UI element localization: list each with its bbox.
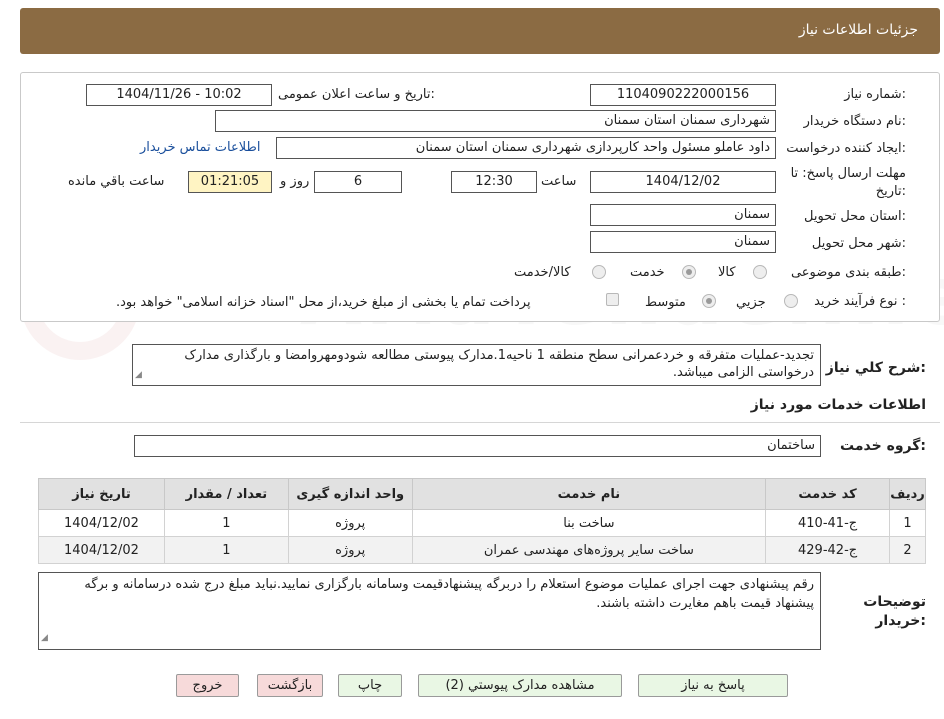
remaining-time-label: ساعت باقي مانده xyxy=(68,174,165,189)
buyer-notes-label-2: خریدار: xyxy=(875,613,926,629)
description-label: شرح کلي نیاز: xyxy=(825,360,926,376)
table-cell: 1 xyxy=(163,509,289,537)
treasury-checkbox[interactable] xyxy=(606,293,619,306)
category-goods-label: کالا xyxy=(718,265,736,280)
category-goods-radio[interactable] xyxy=(753,265,767,279)
reply-button[interactable]: پاسخ به نیاز xyxy=(638,674,788,697)
announce-date-field[interactable]: 1404/11/26 - 10:02 xyxy=(86,84,272,106)
services-table: ردیف کد خدمت نام خدمت واحد اندازه گیری ت… xyxy=(38,478,926,564)
province-field[interactable]: سمنان xyxy=(590,204,776,226)
page-title: جزئیات اطلاعات نیاز xyxy=(798,22,918,38)
table-cell: 2 xyxy=(889,536,926,564)
deadline-date-field[interactable]: 1404/12/02 xyxy=(590,171,776,193)
table-cell: پروژه xyxy=(287,509,413,537)
treasury-note: پرداخت تمام یا بخشی از مبلغ خرید،از محل … xyxy=(116,295,531,310)
buyer-notes-field[interactable]: رقم پیشنهادی جهت اجرای عملیات موضوع استع… xyxy=(38,572,821,650)
table-cell: 1404/12/02 xyxy=(38,509,165,537)
requester-field[interactable]: داود عاملو مسئول واحد کارپردازی شهرداری … xyxy=(276,137,776,159)
service-group-label: گروه خدمت: xyxy=(840,438,926,454)
purchase-type-label: نوع فرآیند خرید : xyxy=(814,294,906,309)
category-service-label: خدمت xyxy=(630,265,665,280)
city-field[interactable]: سمنان xyxy=(590,231,776,253)
announce-date-label: تاریخ و ساعت اعلان عمومی: xyxy=(278,87,435,102)
buyer-notes-label: توضیحات xyxy=(863,594,926,610)
exit-button[interactable]: خروج xyxy=(176,674,239,697)
days-remaining-field[interactable]: 6 xyxy=(314,171,402,193)
column-header: نام خدمت xyxy=(411,478,767,510)
column-header: کد خدمت xyxy=(765,478,891,510)
deadline-label: مهلت ارسال پاسخ: تا xyxy=(790,166,906,181)
buyer-org-label: نام دستگاه خریدار: xyxy=(803,114,906,129)
back-button[interactable]: بازگشت xyxy=(257,674,323,697)
attachments-button[interactable]: مشاهده مدارک پیوستي (2) xyxy=(418,674,622,697)
purchase-medium-label: متوسط xyxy=(645,295,686,310)
category-goods-service-radio[interactable] xyxy=(592,265,606,279)
category-goods-service-label: کالا/خدمت xyxy=(514,265,571,280)
table-cell: 1 xyxy=(163,536,289,564)
remaining-time-field[interactable]: 01:21:05 xyxy=(188,171,272,193)
resize-handle-icon[interactable]: ◢ xyxy=(135,367,142,384)
table-cell: ساخت سایر پروژه‌های مهندسی عمران xyxy=(411,536,767,564)
category-label: طبقه بندی موضوعی: xyxy=(790,265,906,280)
table-cell: ج-41-410 xyxy=(765,509,891,537)
table-header-row: ردیف کد خدمت نام خدمت واحد اندازه گیری ت… xyxy=(38,478,926,510)
deadline-label-date: تاریخ: xyxy=(875,184,906,199)
resize-handle-icon[interactable]: ◢ xyxy=(41,629,48,648)
description-field[interactable]: تجدید-عملیات متفرقه و خردعمرانی سطح منطق… xyxy=(132,344,821,386)
buyer-notes-text: رقم پیشنهادی جهت اجرای عملیات موضوع استع… xyxy=(84,577,814,611)
column-header: واحد اندازه گیری xyxy=(287,478,413,510)
days-label: روز و xyxy=(280,174,310,189)
need-number-field[interactable]: 1104090222000156 xyxy=(590,84,776,106)
need-number-label: شماره نیاز: xyxy=(844,87,906,102)
column-header: ردیف xyxy=(889,478,926,510)
buyer-contact-link[interactable]: اطلاعات تماس خریدار xyxy=(140,140,260,155)
purchase-minor-label: جزیي xyxy=(736,295,766,310)
table-cell: 1404/12/02 xyxy=(38,536,165,564)
table-row[interactable]: 2 ج-42-429 ساخت سایر پروژه‌های مهندسی عم… xyxy=(38,536,926,564)
column-header: تاریخ نیاز xyxy=(38,478,165,510)
category-service-radio[interactable] xyxy=(682,265,696,279)
deadline-time-label: ساعت xyxy=(541,174,577,189)
buyer-org-field[interactable]: شهرداری سمنان استان سمنان xyxy=(215,110,776,132)
purchase-minor-radio[interactable] xyxy=(784,294,798,308)
province-label: استان محل تحویل: xyxy=(804,209,906,224)
print-button[interactable]: چاپ xyxy=(338,674,402,697)
table-cell: ساخت بنا xyxy=(411,509,767,537)
requester-label: ایجاد کننده درخواست: xyxy=(786,141,906,156)
table-cell: ج-42-429 xyxy=(765,536,891,564)
service-group-field[interactable]: ساختمان xyxy=(134,435,821,457)
deadline-time-field[interactable]: 12:30 xyxy=(451,171,537,193)
column-header: تعداد / مقدار xyxy=(163,478,289,510)
table-cell: 1 xyxy=(889,509,926,537)
table-row[interactable]: 1 ج-41-410 ساخت بنا پروژه 1 1404/12/02 xyxy=(38,509,926,537)
services-section-title: اطلاعات خدمات مورد نیاز xyxy=(750,397,926,413)
description-text: تجدید-عملیات متفرقه و خردعمرانی سطح منطق… xyxy=(184,348,814,380)
city-label: شهر محل تحویل: xyxy=(811,236,906,251)
page-header: جزئیات اطلاعات نیاز xyxy=(20,8,940,54)
section-divider xyxy=(20,422,940,423)
table-cell: پروژه xyxy=(287,536,413,564)
purchase-medium-radio[interactable] xyxy=(702,294,716,308)
